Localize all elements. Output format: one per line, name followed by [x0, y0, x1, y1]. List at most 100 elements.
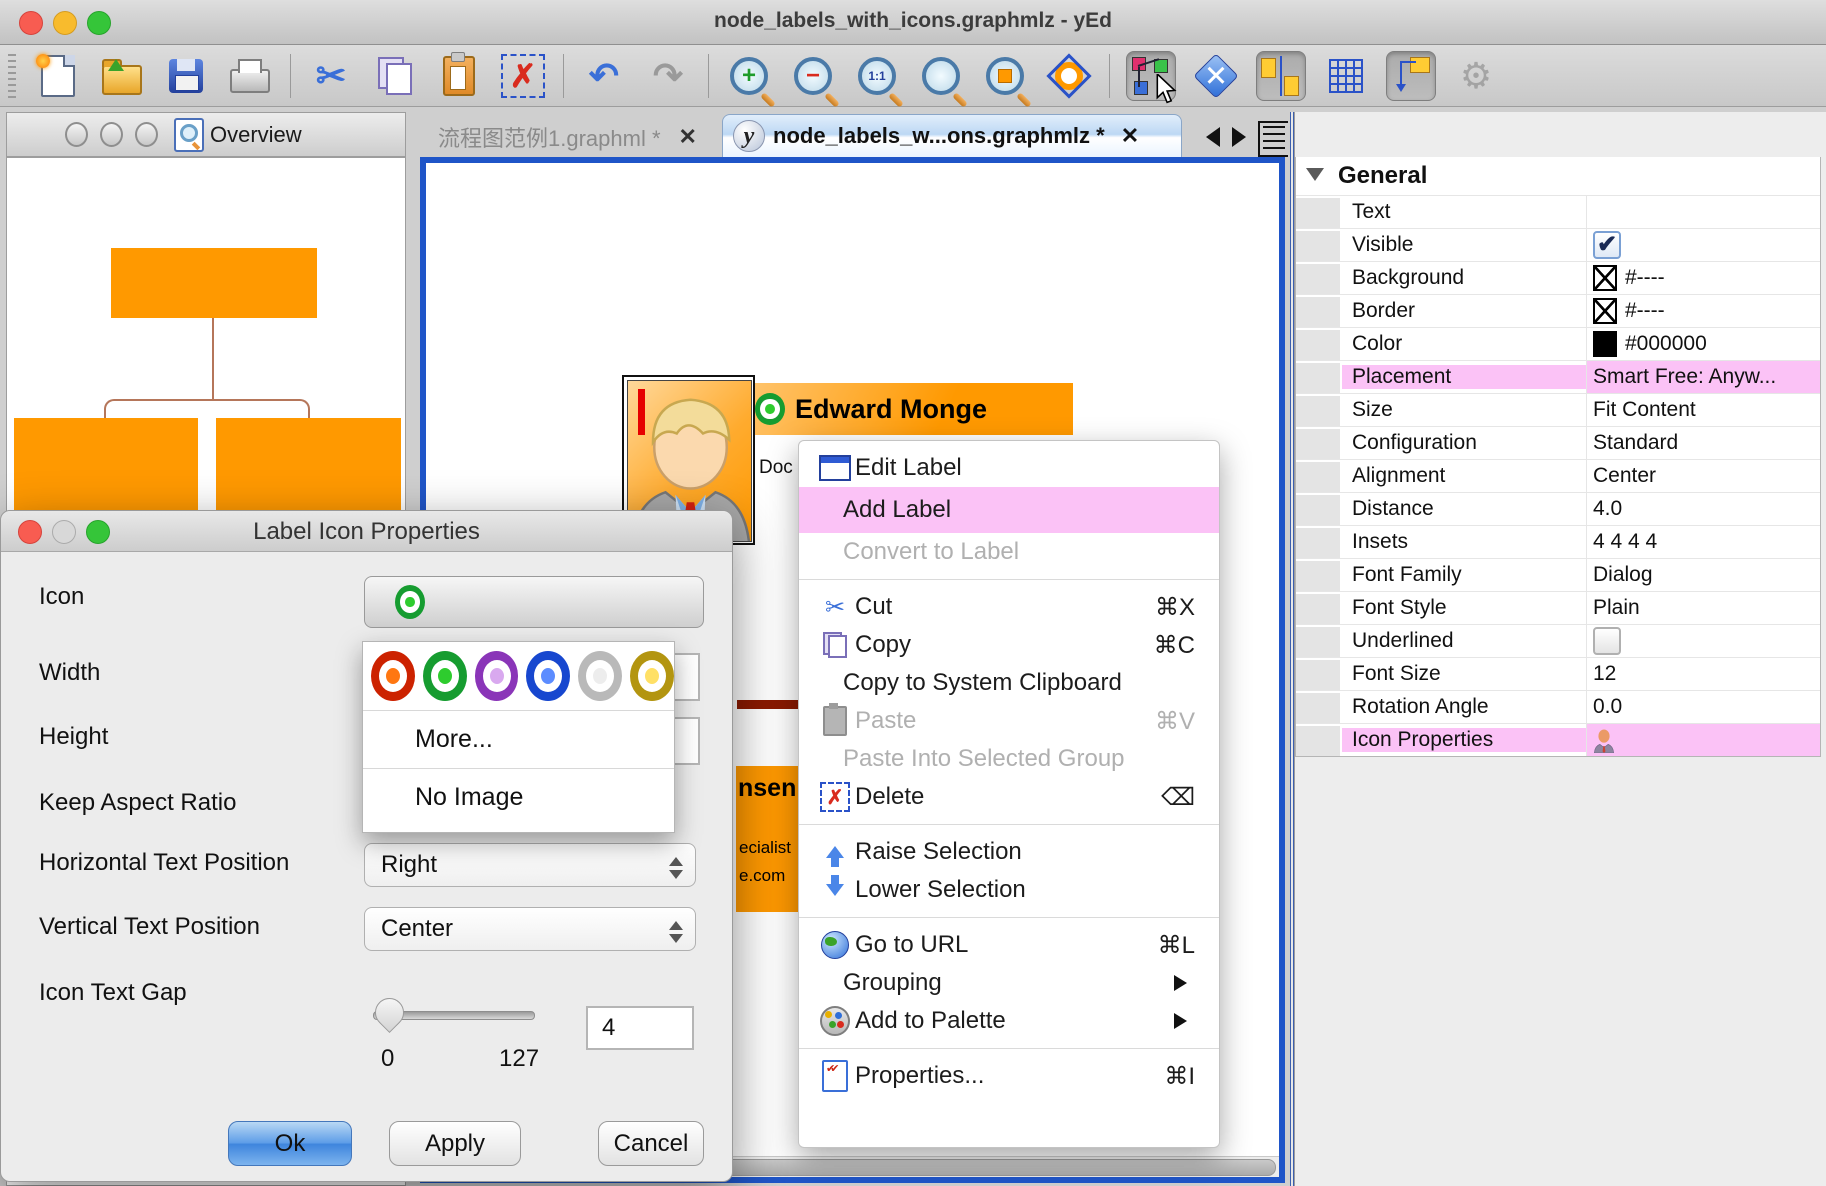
- tab-node-labels-with-icons[interactable]: y node_labels_w...ons.graphmlz * ✕: [722, 114, 1182, 157]
- prop-row-rotation-angle[interactable]: Rotation Angle0.0: [1296, 690, 1820, 723]
- cancel-button[interactable]: Cancel: [598, 1121, 704, 1166]
- menu-item-add-label[interactable]: Add Label: [799, 487, 1219, 533]
- green-circle-icon: [755, 393, 785, 425]
- prop-row-font-family[interactable]: Font FamilyDialog: [1296, 558, 1820, 591]
- paste-icon[interactable]: [435, 52, 483, 100]
- snap-lines-icon[interactable]: [1256, 51, 1306, 101]
- collapse-triangle-icon[interactable]: [1306, 168, 1324, 190]
- tab-list-icon[interactable]: [1258, 121, 1290, 157]
- purple-circle-icon[interactable]: [475, 651, 519, 701]
- arrow-down-icon: [815, 875, 855, 905]
- navigate-icon[interactable]: [1192, 52, 1240, 100]
- slider-thumb[interactable]: [369, 992, 410, 1033]
- prop-row-font-style[interactable]: Font StylePlain: [1296, 591, 1820, 624]
- undo-icon[interactable]: ↶: [580, 52, 628, 100]
- overview-edge: [104, 399, 310, 420]
- menu-item-lower-selection[interactable]: Lower Selection: [799, 871, 1219, 909]
- prop-row-configuration[interactable]: ConfigurationStandard: [1296, 426, 1820, 459]
- menu-item-add-to-palette[interactable]: Add to Palette: [799, 1002, 1219, 1040]
- edit-mode-icon[interactable]: [1126, 51, 1176, 101]
- panel-dot[interactable]: [65, 122, 88, 147]
- panel-dot[interactable]: [100, 122, 123, 147]
- checkbox-unchecked[interactable]: [1593, 627, 1621, 655]
- yellow-circle-icon[interactable]: [630, 651, 674, 701]
- copy-icon[interactable]: [371, 52, 419, 100]
- menu-item-grouping[interactable]: Grouping: [799, 964, 1219, 1002]
- group-row-general[interactable]: General: [1296, 157, 1820, 195]
- delete-icon: ✗: [815, 782, 855, 812]
- prop-row-font-size[interactable]: Font Size12: [1296, 657, 1820, 690]
- popup-item-more[interactable]: More...: [363, 711, 674, 754]
- next-tab-icon[interactable]: [1232, 127, 1256, 147]
- vertical-text-position-select[interactable]: Center: [364, 907, 696, 951]
- orthogonal-edges-icon[interactable]: [1386, 51, 1436, 101]
- prop-row-placement[interactable]: PlacementSmart Free: Anyw...: [1296, 360, 1820, 393]
- ok-button[interactable]: Ok: [228, 1121, 352, 1166]
- open-file-icon[interactable]: [98, 52, 146, 100]
- close-tab-icon[interactable]: ✕: [1121, 123, 1139, 149]
- zoom-to-selection-icon[interactable]: [981, 52, 1029, 100]
- prop-row-alignment[interactable]: AlignmentCenter: [1296, 459, 1820, 492]
- redo-icon[interactable]: ↷: [644, 52, 692, 100]
- prop-row-border[interactable]: Border#----: [1296, 294, 1820, 327]
- zoom-actual-size-icon[interactable]: 1:1: [853, 52, 901, 100]
- second-person-node[interactable]: nsen ecialist e.com: [736, 766, 798, 912]
- checkbox-checked[interactable]: ✔: [1593, 231, 1621, 259]
- prop-row-icon-properties[interactable]: Icon Properties: [1296, 723, 1820, 756]
- close-tab-icon[interactable]: ✕: [679, 124, 697, 150]
- person-mini-icon: [1593, 727, 1615, 753]
- tab-flowchart-example[interactable]: 流程图范例1.graphml * ✕: [424, 116, 720, 157]
- toolbar-grip[interactable]: [8, 54, 16, 98]
- dialog-title: Label Icon Properties: [1, 518, 732, 546]
- green-circle-icon[interactable]: [423, 651, 467, 701]
- black-color-swatch-icon: [1593, 331, 1617, 357]
- node-label-edward-monge[interactable]: Edward Monge: [755, 383, 1073, 435]
- cut-icon[interactable]: ✂: [307, 52, 355, 100]
- apply-button[interactable]: Apply: [389, 1121, 521, 1166]
- menu-item-raise-selection[interactable]: Raise Selection: [799, 833, 1219, 871]
- prop-row-size[interactable]: SizeFit Content: [1296, 393, 1820, 426]
- prop-row-text[interactable]: Text: [1296, 195, 1820, 228]
- new-document-icon[interactable]: [34, 52, 82, 100]
- previous-tab-icon[interactable]: [1196, 127, 1220, 147]
- icon-dropdown[interactable]: [364, 576, 704, 628]
- white-circle-icon[interactable]: [578, 651, 622, 701]
- graph-edge[interactable]: [737, 700, 798, 709]
- prop-row-visible[interactable]: Visible✔: [1296, 228, 1820, 261]
- overview-edge: [212, 318, 214, 399]
- zoom-icon[interactable]: [917, 52, 965, 100]
- menu-item-copy[interactable]: Copy⌘C: [799, 626, 1219, 664]
- red-circle-icon[interactable]: [371, 651, 415, 701]
- horizontal-text-position-select[interactable]: Right: [364, 843, 696, 887]
- delete-icon[interactable]: ✗: [499, 52, 547, 100]
- menu-item-edit-label[interactable]: Edit Label: [799, 449, 1219, 487]
- grid-icon[interactable]: [1322, 52, 1370, 100]
- popup-item-no-image[interactable]: No Image: [363, 769, 674, 812]
- zoom-out-icon[interactable]: −: [789, 52, 837, 100]
- menu-item-go-to-url[interactable]: Go to URL⌘L: [799, 926, 1219, 964]
- menu-item-properties[interactable]: Properties...⌘I: [799, 1057, 1219, 1095]
- print-icon[interactable]: [226, 52, 274, 100]
- prop-row-background[interactable]: Background#----: [1296, 261, 1820, 294]
- prop-row-color[interactable]: Color#000000: [1296, 327, 1820, 360]
- panel-dot[interactable]: [135, 122, 158, 147]
- icon-text-gap-label: Icon Text Gap: [39, 979, 187, 1007]
- toolbar-separator: [290, 54, 291, 98]
- menu-item-copy-to-system-clipboard[interactable]: Copy to System Clipboard: [799, 664, 1219, 702]
- menu-item-delete[interactable]: ✗ Delete⌫: [799, 778, 1219, 816]
- horizontal-text-position-label: Horizontal Text Position: [39, 849, 289, 877]
- blue-circle-icon[interactable]: [526, 651, 570, 701]
- fit-content-icon[interactable]: [1045, 52, 1093, 100]
- icon-text-gap-input[interactable]: 4: [586, 1006, 694, 1050]
- prop-row-insets[interactable]: Insets4 4 4 4: [1296, 525, 1820, 558]
- save-icon[interactable]: [162, 52, 210, 100]
- prop-row-underlined[interactable]: Underlined: [1296, 624, 1820, 657]
- no-color-swatch-icon: [1593, 265, 1617, 291]
- node-name: Edward Monge: [795, 394, 987, 425]
- menu-separator: [799, 824, 1219, 825]
- mouse-cursor: [1153, 74, 1179, 104]
- prop-row-distance[interactable]: Distance4.0: [1296, 492, 1820, 525]
- zoom-in-icon[interactable]: +: [725, 52, 773, 100]
- menu-item-cut[interactable]: ✂ Cut⌘X: [799, 588, 1219, 626]
- overview-title: Overview: [210, 122, 302, 148]
